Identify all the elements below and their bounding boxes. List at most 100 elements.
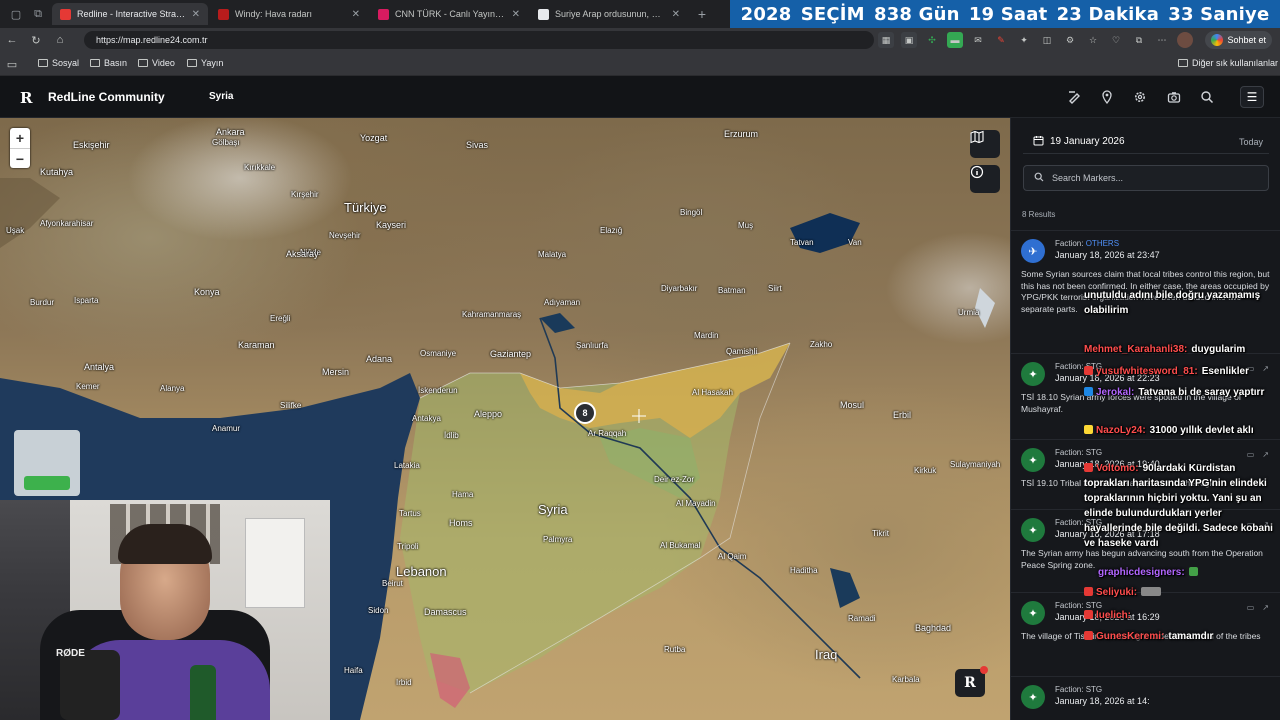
redline-badge-button[interactable]: R — [955, 666, 988, 697]
faction-line: Faction: STG — [1055, 448, 1160, 457]
redline-logo[interactable]: R — [20, 89, 32, 107]
faction-icon: ✦ — [1021, 685, 1045, 709]
tab-redline[interactable]: Redline - Interactive Strategic Map ✕ — [52, 3, 208, 25]
heart-icon[interactable]: ♡ — [1108, 32, 1124, 48]
chat-message: luelich: — [1084, 608, 1135, 623]
tab-windy[interactable]: Windy: Hava radarı ✕ — [210, 3, 368, 25]
map-label-city: Adıyaman — [544, 298, 581, 307]
map-label-city: Mersin — [322, 367, 350, 377]
map-label-lebanon: Lebanon — [396, 564, 447, 579]
map-label-city: Tripoli — [397, 542, 419, 551]
map-label-city: Elazığ — [600, 226, 623, 235]
map-layers-icon[interactable] — [970, 130, 1000, 158]
address-bar-row: ← ↻ ⌂ https://map.redline24.com.tr ▦ ▣ ✣… — [0, 28, 1280, 52]
chat-username: Jerokal: — [1096, 387, 1135, 398]
tab-cnnturk[interactable]: CNN TÜRK - Canlı Yayın ᴴᴰ - C ✕ — [370, 3, 528, 25]
map-canvas[interactable]: Türkiye Syria Lebanon Iraq Ankara Gölbaş… — [0, 118, 1010, 720]
home-icon[interactable]: ⌂ — [52, 32, 68, 48]
new-tab-button[interactable]: + — [694, 6, 710, 22]
entry-actions: ▭ ↗ — [1247, 364, 1269, 373]
map-label-city: Gaziantep — [490, 349, 532, 359]
chat-message: yusufwhitesword_81: Esenlikler — [1084, 364, 1249, 379]
close-tab-icon[interactable]: ✕ — [192, 9, 200, 20]
bookmark-video[interactable]: Video — [138, 58, 175, 68]
webcam-overlay: RØDE — [0, 500, 330, 720]
map-label-city: Malatya — [538, 250, 567, 259]
url-field[interactable]: https://map.redline24.com.tr — [84, 31, 874, 49]
region-selector[interactable]: Syria — [209, 91, 233, 102]
chat-text: 31000 yıllık devlet aklı — [1149, 425, 1254, 436]
extension-icon[interactable]: ▣ — [901, 32, 917, 48]
copilot-chat-button[interactable]: Sohbet et — [1205, 31, 1272, 49]
brand-name[interactable]: RedLine Community — [48, 90, 165, 104]
settings-icon[interactable]: ⚙ — [1062, 32, 1078, 48]
puzzle-icon[interactable]: ✦ — [1016, 32, 1032, 48]
other-bookmarks[interactable]: Diğer sık kullanılanlar — [1178, 58, 1278, 68]
countdown-hours: 19 Saat — [968, 3, 1048, 25]
location-pin-icon[interactable] — [1098, 88, 1116, 106]
bookmark-basin[interactable]: Basın — [90, 58, 127, 68]
marker-cluster[interactable]: 8 — [574, 402, 596, 424]
close-tab-icon[interactable]: ✕ — [672, 9, 680, 20]
camera-icon[interactable] — [1165, 88, 1183, 106]
gear-icon[interactable] — [1131, 88, 1149, 106]
link-icon[interactable]: ▭ — [1247, 603, 1255, 612]
map-label-iraq: Iraq — [815, 647, 838, 662]
extension-icon[interactable]: ✣ — [924, 32, 940, 48]
reload-icon[interactable]: ↻ — [28, 32, 44, 48]
share-icon[interactable]: ↗ — [1262, 603, 1269, 612]
mic-brand: RØDE — [56, 648, 85, 659]
tab-actions-icon[interactable]: ⧉ — [30, 6, 46, 22]
bookmark-draw-icon[interactable] — [1065, 88, 1083, 106]
marker-entry[interactable]: ✦ Faction: STG January 18, 2026 at 14: — [1011, 676, 1280, 720]
chat-text: duygularim — [1191, 344, 1246, 355]
redline-badge-label: R — [964, 675, 976, 691]
faction-label: Faction: — [1055, 685, 1084, 694]
youtube-favicon-icon — [378, 8, 389, 20]
map-label-city: Latakia — [394, 461, 420, 470]
map-label-city: Urmia — [958, 308, 980, 317]
map-label-city: Afyonkarahisar — [40, 219, 94, 228]
map-label-city: Diyarbakır — [661, 284, 698, 293]
bookmark-yayin[interactable]: Yayın — [187, 58, 223, 68]
marker-search-input[interactable]: Search Markers... — [1023, 165, 1269, 191]
collections-icon[interactable]: ⧉ — [1131, 32, 1147, 48]
profile-icon[interactable]: ▢ — [8, 6, 24, 22]
search-icon[interactable] — [1198, 88, 1216, 106]
today-button[interactable]: Today — [1239, 137, 1263, 147]
map-label-city: Antakya — [412, 414, 441, 423]
faction-line: Faction: OTHERS — [1055, 239, 1160, 248]
chat-username: Voltomo: — [1096, 463, 1139, 474]
avatar[interactable] — [1177, 32, 1193, 48]
chat-badge-icon — [1084, 631, 1093, 640]
zoom-in-button[interactable]: + — [10, 128, 30, 148]
sidebar-toggle-icon[interactable]: ▭ — [4, 56, 20, 72]
windy-favicon-icon — [218, 8, 229, 20]
info-icon[interactable] — [970, 165, 1000, 193]
favorites-icon[interactable]: ☆ — [1085, 32, 1101, 48]
zoom-out-button[interactable]: − — [10, 148, 30, 168]
extension-icon[interactable]: ▬ — [947, 32, 963, 48]
extension-icon[interactable]: ✉ — [970, 32, 986, 48]
menu-icon[interactable]: ☰ — [1240, 86, 1264, 108]
faction-label: Faction: — [1055, 239, 1084, 248]
share-icon[interactable]: ↗ — [1262, 364, 1269, 373]
more-icon[interactable]: ⋯ — [1154, 32, 1170, 48]
close-tab-icon[interactable]: ✕ — [352, 9, 360, 20]
back-icon[interactable]: ← — [4, 32, 20, 48]
webcam-person-hair — [118, 524, 212, 564]
entry-actions: ▭ ↗ — [1247, 450, 1269, 459]
share-icon[interactable]: ↗ — [1262, 450, 1269, 459]
map-label-city: Anamur — [212, 424, 241, 433]
map-label-city: Eskişehir — [73, 140, 110, 150]
extension-icon[interactable]: ✎ — [993, 32, 1009, 48]
extension-icon[interactable]: ▦ — [878, 32, 894, 48]
bookmark-sosyal[interactable]: Sosyal — [38, 58, 79, 68]
close-tab-icon[interactable]: ✕ — [512, 9, 520, 20]
date-selector[interactable]: 19 January 2026 Today — [1023, 130, 1269, 154]
zoom-control: + − — [10, 128, 30, 168]
link-icon[interactable]: ▭ — [1247, 450, 1255, 459]
map-label-city: Tatvan — [790, 238, 814, 247]
tab-suriye[interactable]: Suriye Arap ordusunun, Haseke şe ✕ — [530, 3, 688, 25]
split-view-icon[interactable]: ◫ — [1039, 32, 1055, 48]
